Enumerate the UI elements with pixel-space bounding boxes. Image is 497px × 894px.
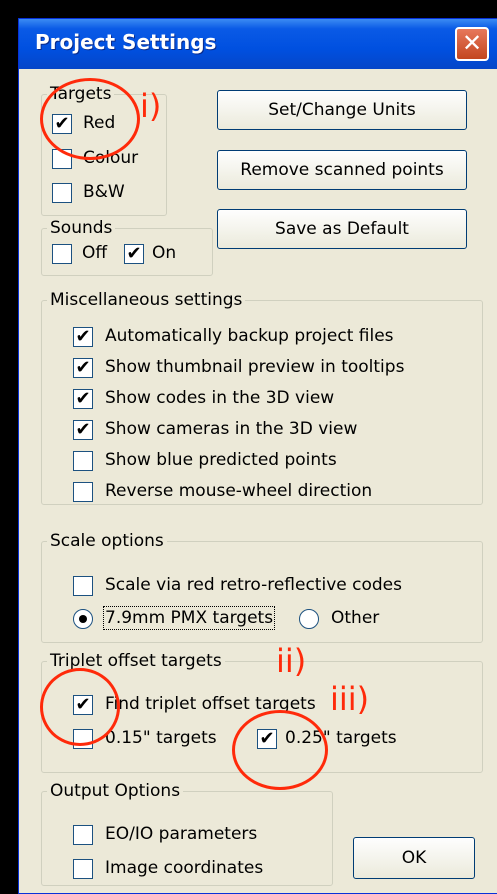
misc-checkbox-1[interactable]: ✔ — [73, 358, 93, 378]
eo-io-checkbox[interactable] — [73, 825, 93, 845]
other-label: Other — [331, 608, 380, 628]
red-checkbox[interactable]: ✔ — [52, 114, 72, 134]
targets-025-checkbox[interactable]: ✔ — [257, 729, 277, 749]
bw-checkbox[interactable] — [52, 183, 72, 203]
eo-io-label: EO/IO parameters — [105, 824, 258, 844]
sounds-on-checkbox[interactable]: ✔ — [124, 244, 144, 264]
pmx-radio[interactable] — [73, 609, 93, 629]
targets-015-checkbox[interactable] — [73, 729, 93, 749]
misc-checkbox-0[interactable]: ✔ — [73, 327, 93, 347]
triplet-offset-group: Triplet offset targets — [41, 651, 483, 773]
misc-label-3: Show cameras in the 3D view — [105, 419, 358, 439]
sounds-on-label: On — [152, 243, 177, 263]
misc-legend: Miscellaneous settings — [47, 290, 246, 310]
targets-025-label: 0.25" targets — [285, 728, 397, 748]
misc-label-2: Show codes in the 3D view — [105, 388, 335, 408]
window-title: Project Settings — [35, 30, 217, 54]
misc-label-1: Show thumbnail preview in tooltips — [105, 357, 405, 377]
output-legend: Output Options — [47, 781, 184, 801]
pmx-label: 7.9mm PMX targets — [102, 606, 276, 630]
sounds-off-label: Off — [82, 243, 108, 263]
save-as-default-button[interactable]: Save as Default — [217, 209, 467, 249]
misc-label-5: Reverse mouse-wheel direction — [105, 481, 373, 501]
misc-checkbox-3[interactable]: ✔ — [73, 420, 93, 440]
bw-label: B&W — [83, 182, 125, 202]
misc-label-4: Show blue predicted points — [105, 450, 337, 470]
image-coords-checkbox[interactable] — [73, 859, 93, 879]
misc-checkbox-2[interactable]: ✔ — [73, 389, 93, 409]
scale-codes-label: Scale via red retro-reflective codes — [105, 575, 402, 595]
set-change-units-button[interactable]: Set/Change Units — [217, 90, 467, 130]
image-coords-label: Image coordinates — [105, 858, 264, 878]
project-settings-window: Project Settings ✕ Targets ✔ Red Colour … — [18, 18, 497, 894]
triplet-legend: Triplet offset targets — [47, 651, 225, 671]
title-bar[interactable]: Project Settings ✕ — [19, 19, 497, 69]
other-radio[interactable] — [299, 609, 319, 629]
ok-button[interactable]: OK — [353, 837, 475, 879]
targets-015-label: 0.15" targets — [105, 728, 217, 748]
scale-codes-checkbox[interactable] — [73, 576, 93, 596]
scale-legend: Scale options — [47, 531, 167, 551]
close-icon[interactable]: ✕ — [455, 27, 489, 61]
misc-checkbox-5[interactable] — [73, 482, 93, 502]
find-triplet-checkbox[interactable]: ✔ — [73, 695, 93, 715]
misc-label-0: Automatically backup project files — [105, 326, 394, 346]
find-triplet-label: Find triplet offset targets — [105, 694, 316, 714]
colour-checkbox[interactable] — [52, 149, 72, 169]
misc-checkbox-4[interactable] — [73, 451, 93, 471]
colour-label: Colour — [83, 148, 139, 168]
sounds-off-checkbox[interactable] — [52, 244, 72, 264]
remove-scanned-points-button[interactable]: Remove scanned points — [217, 150, 467, 190]
sounds-legend: Sounds — [47, 218, 116, 238]
red-label: Red — [83, 113, 116, 133]
targets-legend: Targets — [47, 84, 115, 104]
